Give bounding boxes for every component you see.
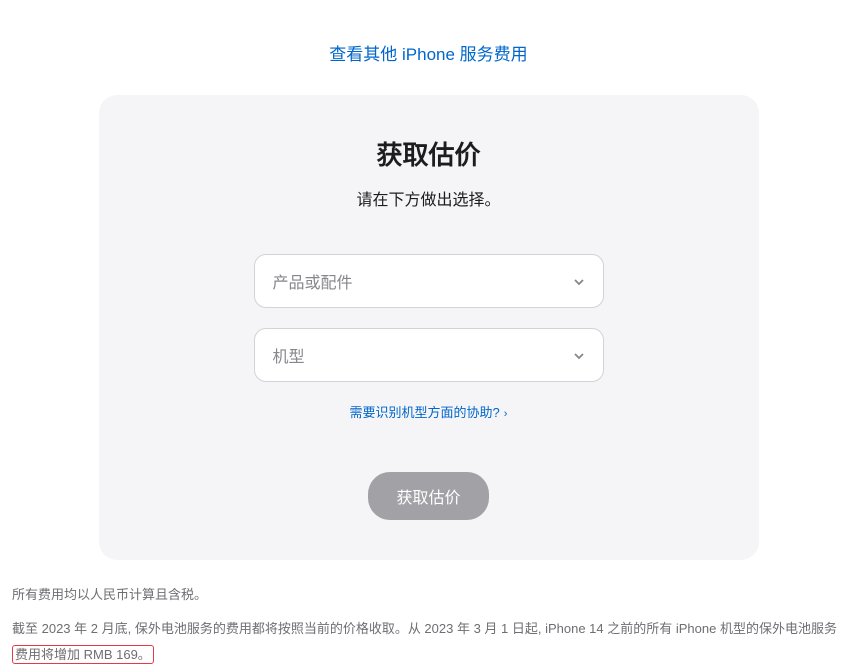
estimate-card: 获取估价 请在下方做出选择。 产品或配件 机型 需要识别机型方面的协助?› 获取 xyxy=(99,95,759,560)
chevron-right-icon: › xyxy=(504,408,508,420)
help-link-container: 需要识别机型方面的协助? › xyxy=(149,402,709,422)
chevron-down-icon xyxy=(573,275,585,287)
help-link-label: 需要识别机型方面的协助? xyxy=(350,405,500,420)
model-select[interactable]: 机型 xyxy=(254,328,604,382)
footer-line2: 截至 2023 年 2 月底, 保外电池服务的费用都将按照当前的价格收取。从 2… xyxy=(12,616,845,668)
top-link-container: 查看其他 iPhone 服务费用 xyxy=(0,0,857,95)
model-select-placeholder: 机型 xyxy=(273,343,305,367)
model-select-wrapper: 机型 xyxy=(254,328,604,382)
price-increase-highlight: 费用将增加 RMB 169。 xyxy=(12,645,154,664)
footer-line1: 所有费用均以人民币计算且含税。 xyxy=(12,582,845,608)
footer-line2-part1: 截至 2023 年 2 月底, 保外电池服务的费用都将按照当前的价格收取。从 2… xyxy=(12,621,837,636)
product-select[interactable]: 产品或配件 xyxy=(254,254,604,308)
get-estimate-button[interactable]: 获取估价 xyxy=(368,472,488,520)
other-service-fees-link[interactable]: 查看其他 iPhone 服务费用 xyxy=(329,45,527,64)
identify-model-help-link[interactable]: 需要识别机型方面的协助? › xyxy=(350,405,508,420)
product-select-placeholder: 产品或配件 xyxy=(273,269,353,293)
chevron-down-icon xyxy=(573,349,585,361)
footer-text: 所有费用均以人民币计算且含税。 截至 2023 年 2 月底, 保外电池服务的费… xyxy=(0,560,857,668)
card-subtitle: 请在下方做出选择。 xyxy=(149,186,709,210)
card-title: 获取估价 xyxy=(149,135,709,172)
product-select-wrapper: 产品或配件 xyxy=(254,254,604,308)
